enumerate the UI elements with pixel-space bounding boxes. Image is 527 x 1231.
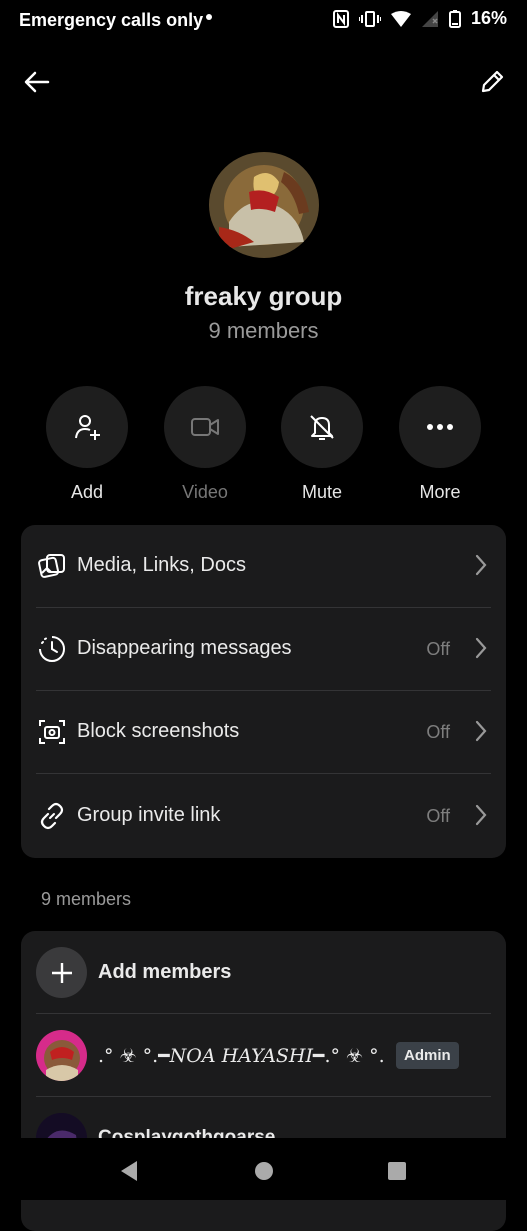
nav-home-button[interactable] (249, 1156, 279, 1186)
block-screenshots-label: Block screenshots (77, 720, 240, 742)
block-screenshots-row[interactable]: Block screenshots Off (21, 691, 506, 774)
arrow-left-icon (24, 71, 50, 93)
mute-action-circle[interactable] (281, 386, 363, 468)
link-icon (40, 802, 64, 830)
add-person-icon (75, 415, 100, 440)
chevron-right-icon (475, 637, 487, 659)
member-avatar[interactable] (36, 1030, 87, 1081)
member-count: 9 members (208, 318, 319, 343)
admin-badge: Admin (396, 1042, 459, 1069)
nav-recents-button[interactable] (382, 1156, 412, 1186)
group-invite-link-value: Off (426, 806, 450, 826)
notification-dot (206, 14, 212, 20)
disappearing-messages-row[interactable]: Disappearing messages Off (21, 608, 506, 691)
top-bar (0, 55, 527, 107)
video-action-button[interactable]: Video (155, 386, 255, 503)
add-action-label: Add (70, 482, 104, 502)
more-action-button[interactable]: More (390, 386, 490, 503)
square-recents-icon (388, 1162, 406, 1180)
battery-percent: 16% (470, 8, 507, 28)
divider (36, 773, 491, 774)
media-links-docs-label: Media, Links, Docs (77, 554, 246, 576)
chevron-right-icon (475, 554, 487, 576)
members-section-heading: 9 members (41, 889, 132, 909)
navigation-bar (0, 1138, 527, 1200)
add-members-label[interactable]: Add members (98, 961, 231, 984)
member-name-main: NOA HAYASHI (169, 1045, 314, 1067)
more-action-label: More (419, 482, 461, 502)
action-row: Add Video Mute More (0, 386, 527, 506)
triangle-back-icon (121, 1161, 137, 1181)
status-icons: 16% (332, 8, 507, 29)
nfc-icon (332, 9, 349, 28)
block-screenshots-value: Off (426, 722, 450, 742)
video-action-circle[interactable] (164, 386, 246, 468)
divider (36, 1013, 491, 1014)
divider (36, 1096, 491, 1097)
member-name-prefix: .° ☣ °.━ (98, 1045, 170, 1067)
screenshot-camera-icon (39, 720, 65, 744)
disappearing-messages-value: Off (426, 639, 450, 659)
member-name-row[interactable]: .° ☣ °.━NOA HAYASHI━.° ☣ °. (98, 1045, 385, 1067)
mute-action-button[interactable]: Mute (272, 386, 372, 503)
group-invite-link-label: Group invite link (77, 804, 221, 826)
more-action-circle[interactable] (399, 386, 481, 468)
nav-back-button[interactable] (114, 1156, 144, 1186)
bell-off-icon (310, 415, 334, 440)
edit-button[interactable] (475, 65, 509, 99)
disappearing-messages-label: Disappearing messages (77, 637, 292, 659)
settings-card: Media, Links, Docs Disappearing messages… (21, 525, 506, 858)
signal-icon (421, 10, 438, 27)
group-name: freaky group (184, 281, 343, 311)
video-action-label: Video (182, 482, 228, 502)
battery-icon (448, 9, 461, 28)
circle-home-icon (255, 1162, 273, 1180)
member-name-suffix: ━.° ☣ °. (313, 1045, 385, 1067)
group-avatar[interactable] (209, 152, 319, 258)
media-links-docs-row[interactable]: Media, Links, Docs (21, 525, 506, 608)
back-button[interactable] (20, 65, 54, 99)
video-camera-icon (191, 418, 219, 436)
vibrate-icon (358, 10, 381, 27)
add-members-button[interactable] (36, 947, 87, 998)
carrier-text: Emergency calls only (19, 10, 204, 30)
plus-icon (51, 962, 72, 983)
more-dots-icon (427, 424, 453, 430)
wifi-icon (390, 10, 411, 27)
pencil-icon (481, 70, 504, 93)
add-action-circle[interactable] (46, 386, 128, 468)
mute-action-label: Mute (301, 482, 343, 502)
add-action-button[interactable]: Add (37, 386, 137, 503)
chevron-right-icon (475, 804, 487, 826)
chevron-right-icon (475, 720, 487, 742)
status-bar: Emergency calls only 16% (0, 0, 527, 42)
group-invite-link-row[interactable]: Group invite link Off (21, 775, 506, 858)
timer-icon (39, 636, 65, 662)
media-icon (38, 554, 65, 578)
